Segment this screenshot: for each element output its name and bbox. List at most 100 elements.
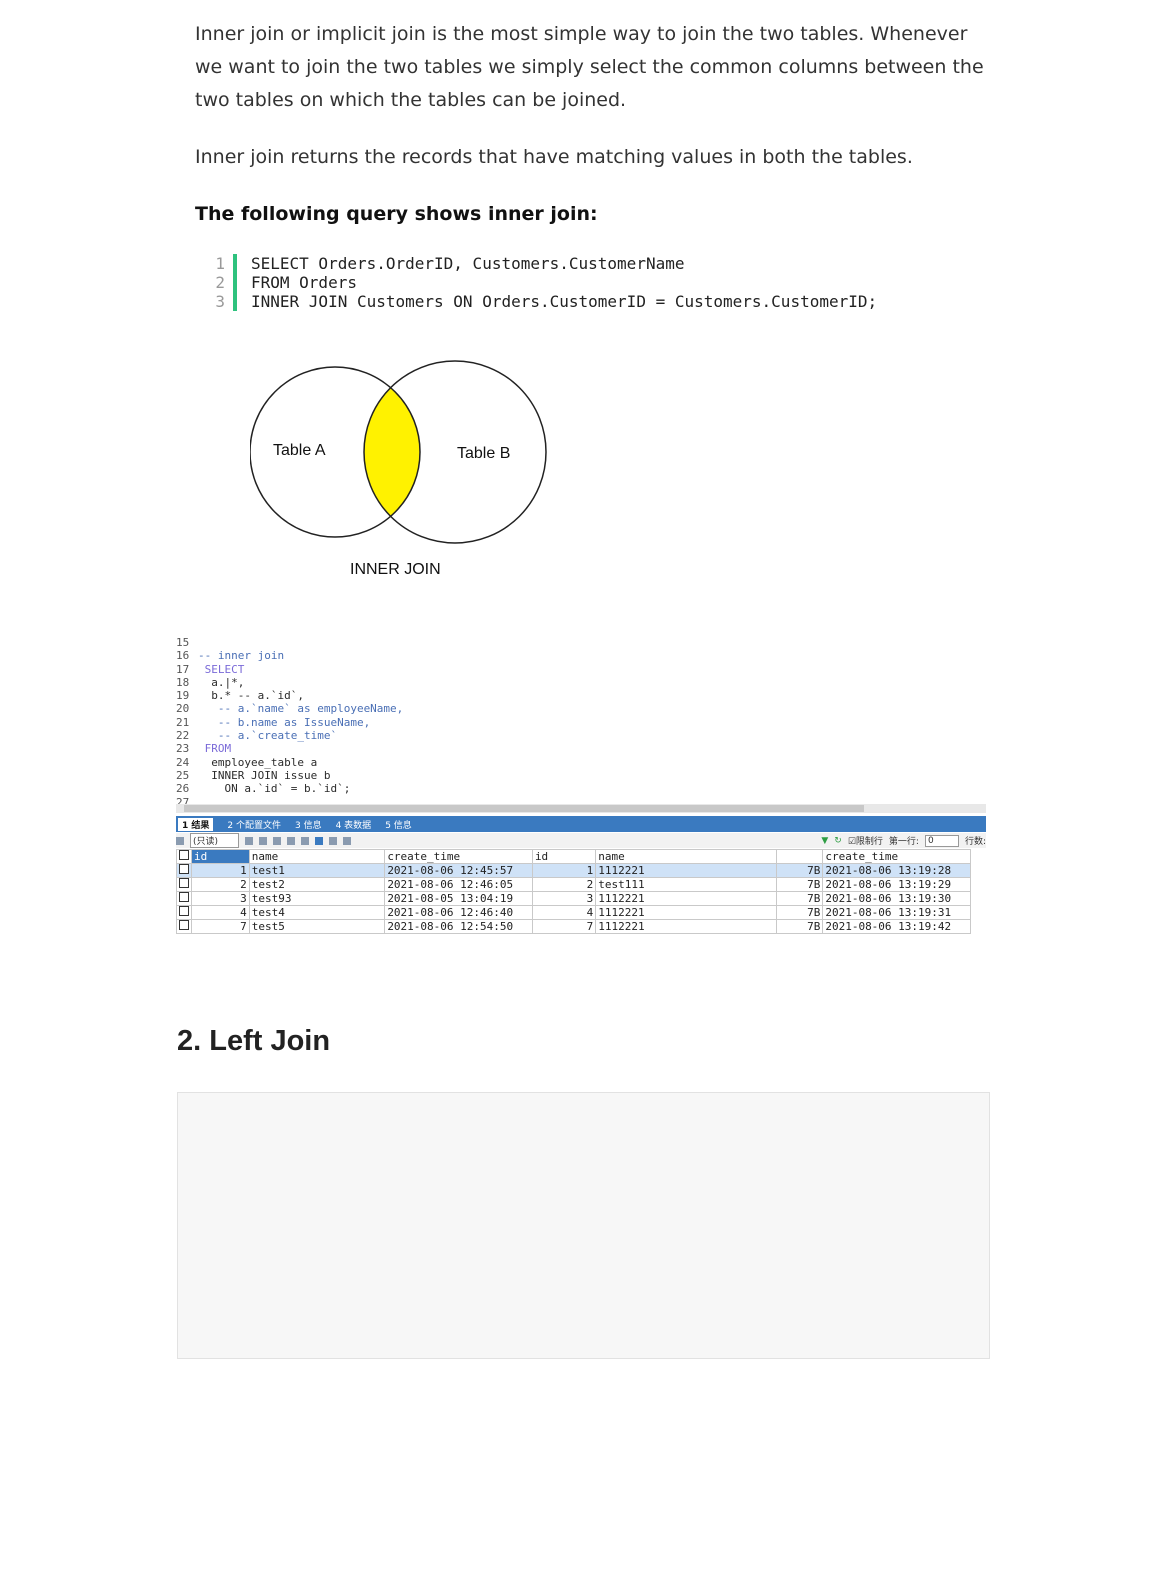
table-cell[interactable]: 2021-08-06 12:54:50: [384, 919, 533, 934]
editor-line: 19 b.* -- a.`id`,: [176, 689, 986, 702]
table-cell[interactable]: 1: [531, 863, 597, 878]
editor-line: 23 FROM: [176, 742, 986, 755]
grid-view-icon[interactable]: [315, 836, 324, 845]
table-cell[interactable]: test1: [248, 863, 386, 878]
delete-icon[interactable]: [287, 836, 296, 845]
row-checkbox[interactable]: [179, 920, 189, 930]
table-cell[interactable]: 2021-08-06 12:45:57: [384, 863, 533, 878]
table-row[interactable]: 2 test2 2021-08-06 12:46:05 2 test111 7B 2021-…: [176, 877, 971, 892]
table-cell[interactable]: 2021-08-06 13:19:30: [822, 891, 971, 906]
editor-line-text: ON a.`id` = b.`id`;: [198, 782, 351, 796]
result-tab[interactable]: 2 个配置文件: [227, 818, 281, 831]
grid-icon[interactable]: [176, 836, 184, 845]
result-tab[interactable]: 5 信息: [385, 818, 412, 831]
column-header[interactable]: name: [248, 849, 386, 864]
table-cell[interactable]: test2: [248, 877, 386, 892]
mode-select[interactable]: (只读): [190, 833, 240, 848]
venn-right-label: Table B: [457, 445, 510, 462]
table-cell[interactable]: 2021-08-06 13:19:31: [822, 905, 971, 920]
table-cell[interactable]: 2021-08-06 12:46:40: [384, 905, 533, 920]
editor-line: 25 INNER JOIN issue b: [176, 769, 986, 782]
export-icon[interactable]: [245, 836, 254, 845]
table-cell[interactable]: 7: [191, 919, 250, 934]
table-cell[interactable]: 2: [531, 877, 597, 892]
row-checkbox[interactable]: [179, 906, 189, 916]
editor-line-number: 16: [176, 649, 190, 663]
first-row-input[interactable]: 0: [924, 834, 959, 847]
column-header[interactable]: create_time: [822, 849, 971, 864]
table-row[interactable]: 4 test4 2021-08-06 12:46:40 4 1112221 7B 2021-…: [176, 905, 971, 920]
table-cell[interactable]: 1: [191, 863, 250, 878]
table-cell[interactable]: 7: [531, 919, 597, 934]
table-row[interactable]: 3 test93 2021-08-05 13:04:19 3 1112221 7B 2021…: [176, 891, 971, 906]
table-cell[interactable]: 2021-08-06 13:19:29: [822, 877, 971, 892]
table-cell[interactable]: 2: [191, 877, 250, 892]
row-checkbox[interactable]: [179, 850, 189, 860]
table-cell[interactable]: 1112221: [595, 891, 777, 906]
venn-diagram: Table A Table B INNER JOIN: [250, 360, 547, 578]
row-checkbox[interactable]: [179, 892, 189, 902]
table-cell[interactable]: test111: [595, 877, 777, 892]
filter-icon[interactable]: ▼: [821, 836, 828, 846]
table-cell[interactable]: 7B: [775, 905, 824, 920]
table-cell[interactable]: 2021-08-05 13:04:19: [384, 891, 533, 906]
table-cell[interactable]: 3: [531, 891, 597, 906]
column-header[interactable]: name: [595, 849, 777, 864]
venn-left-label: Table A: [273, 442, 326, 459]
form-view-icon[interactable]: [329, 836, 338, 845]
result-tab[interactable]: 4 表数据: [336, 818, 372, 831]
column-header[interactable]: id: [191, 849, 250, 864]
table-cell[interactable]: 7B: [775, 891, 824, 906]
row-checkbox[interactable]: [179, 864, 189, 874]
column-header[interactable]: id: [531, 849, 597, 864]
copy-icon[interactable]: [259, 836, 268, 845]
table-cell[interactable]: test93: [248, 891, 386, 906]
result-tab[interactable]: 3 信息: [295, 818, 322, 831]
editor-line-number: 20: [176, 702, 190, 716]
editor-line: 20 -- a.`name` as employeeName,: [176, 702, 986, 715]
table-cell[interactable]: 7B: [775, 863, 824, 878]
table-cell[interactable]: 7B: [775, 919, 824, 934]
table-cell[interactable]: 7B: [775, 877, 824, 892]
venn-caption: INNER JOIN: [350, 561, 441, 578]
code-block: 1 SELECT Orders.OrderID, Customers.Custom…: [205, 254, 985, 311]
table-cell[interactable]: 1112221: [595, 863, 777, 878]
code-text: INNER JOIN Customers ON Orders.CustomerI…: [251, 292, 878, 311]
reload-icon[interactable]: ↻: [834, 836, 842, 846]
save-icon[interactable]: [273, 836, 282, 845]
code-text: SELECT Orders.OrderID, Customers.Custome…: [251, 254, 685, 273]
line-number: 3: [215, 292, 225, 311]
table-row[interactable]: 7 test5 2021-08-06 12:54:50 7 1112221 7B 2021-…: [176, 919, 971, 934]
limit-checkbox[interactable]: ☑限制行: [848, 834, 883, 847]
editor-line: 26 ON a.`id` = b.`id`;: [176, 782, 986, 795]
scrollbar-thumb[interactable]: [184, 805, 864, 812]
editor-line-text: b.* -- a.`id`,: [198, 689, 304, 703]
editor-line-number: 19: [176, 689, 190, 703]
grid-header-row: id name create_time id name create_time: [176, 849, 971, 864]
refresh-icon[interactable]: [301, 836, 310, 845]
result-tab[interactable]: 1 结果: [178, 817, 214, 831]
column-header[interactable]: create_time: [384, 849, 533, 864]
table-cell[interactable]: 2021-08-06 12:46:05: [384, 877, 533, 892]
table-cell[interactable]: 2021-08-06 13:19:28: [822, 863, 971, 878]
table-cell[interactable]: 1112221: [595, 919, 777, 934]
intro-paragraph-2: Inner join returns the records that have…: [195, 146, 913, 168]
table-cell[interactable]: 4: [191, 905, 250, 920]
table-cell[interactable]: 4: [531, 905, 597, 920]
table-cell[interactable]: test5: [248, 919, 386, 934]
editor-line: 17 SELECT: [176, 663, 986, 676]
editor-line-text: FROM: [198, 742, 232, 756]
table-row[interactable]: 1 test1 2021-08-06 12:45:57 1 1112221 7B 2021-…: [176, 863, 971, 878]
text-view-icon[interactable]: [343, 836, 352, 845]
column-header[interactable]: [775, 849, 824, 864]
row-checkbox[interactable]: [179, 878, 189, 888]
sql-editor: 15 16 -- inner join 17 SELECT 18 a.|*, 19 b.*…: [176, 636, 986, 806]
editor-line: 15: [176, 636, 986, 649]
editor-line: 18 a.|*,: [176, 676, 986, 689]
editor-line-text: -- a.`name` as employeeName,: [198, 702, 404, 716]
table-cell[interactable]: 3: [191, 891, 250, 906]
editor-scrollbar[interactable]: [176, 804, 986, 813]
table-cell[interactable]: test4: [248, 905, 386, 920]
table-cell[interactable]: 2021-08-06 13:19:42: [822, 919, 971, 934]
table-cell[interactable]: 1112221: [595, 905, 777, 920]
